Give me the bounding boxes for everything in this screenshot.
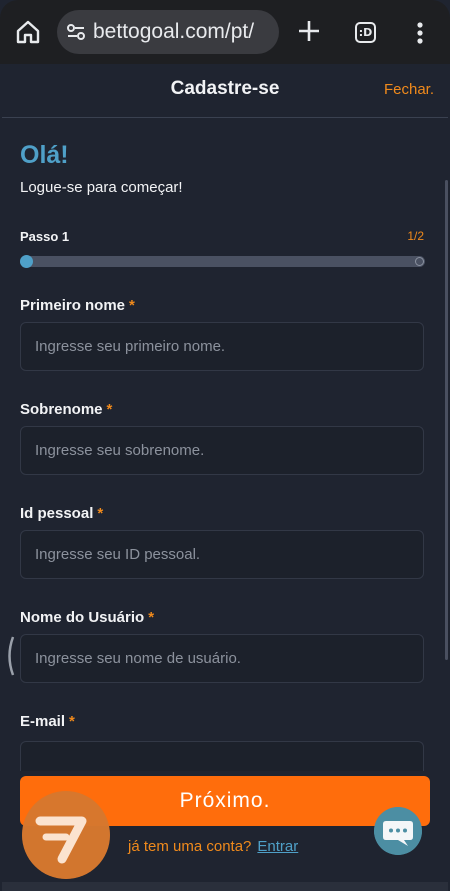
email-label-text: E-mail xyxy=(20,713,66,730)
required-mark: * xyxy=(148,609,155,626)
close-button[interactable]: Fechar. xyxy=(384,81,434,98)
tabs-icon[interactable]: :D xyxy=(355,22,376,43)
sheet-header: Cadastre-se Fechar. xyxy=(2,64,448,118)
step-label: Passo 1 xyxy=(20,229,70,244)
plus-icon[interactable] xyxy=(296,18,322,44)
progress-current-dot xyxy=(20,255,33,268)
required-mark: * xyxy=(97,505,104,522)
email-label: E-mail * xyxy=(20,713,75,730)
brand-logo-icon[interactable] xyxy=(22,791,110,879)
url-text: bettogoal.com/pt/ xyxy=(93,20,255,43)
greeting-subtitle: Logue-se para começar! xyxy=(20,179,183,196)
step-progress-bar xyxy=(20,255,425,268)
home-icon[interactable] xyxy=(14,18,42,46)
address-bar[interactable]: bettogoal.com/pt/ xyxy=(57,10,279,54)
personal-id-label-text: Id pessoal xyxy=(20,505,94,522)
step-count: 1/2 xyxy=(407,229,424,243)
scrollbar[interactable] xyxy=(445,180,448,660)
personal-id-input[interactable] xyxy=(20,530,424,579)
tune-icon[interactable] xyxy=(65,21,87,43)
first-name-label-text: Primeiro nome xyxy=(20,297,126,314)
chat-bubble-icon[interactable] xyxy=(374,807,422,855)
last-name-input[interactable] xyxy=(20,426,424,475)
username-input[interactable] xyxy=(20,634,424,683)
required-mark: * xyxy=(106,401,113,418)
required-mark: * xyxy=(69,713,75,730)
greeting-heading: Olá! xyxy=(20,141,69,169)
login-link[interactable]: Entrar xyxy=(257,838,298,855)
progress-end-dot xyxy=(415,257,424,266)
login-prompt: já tem uma conta? Entrar xyxy=(128,838,298,855)
browser-toolbar: bettogoal.com/pt/ :D xyxy=(0,0,450,64)
required-mark: * xyxy=(129,297,135,314)
personal-id-label: Id pessoal * xyxy=(20,505,103,522)
email-input[interactable] xyxy=(20,741,424,771)
bottom-bar xyxy=(2,882,448,891)
more-vertical-icon[interactable] xyxy=(410,20,430,46)
username-label: Nome do Usuário * xyxy=(20,609,154,626)
edge-swipe-handle[interactable] xyxy=(5,635,15,677)
registration-sheet: Cadastre-se Fechar. Olá! Logue-se para c… xyxy=(2,64,448,891)
first-name-input[interactable] xyxy=(20,322,424,371)
first-name-label: Primeiro nome * xyxy=(20,297,135,314)
username-label-text: Nome do Usuário xyxy=(20,609,145,626)
account-question: já tem uma conta? xyxy=(128,838,252,855)
last-name-label-text: Sobrenome xyxy=(20,401,103,418)
last-name-label: Sobrenome * xyxy=(20,401,112,418)
sheet-title: Cadastre-se xyxy=(170,78,280,99)
